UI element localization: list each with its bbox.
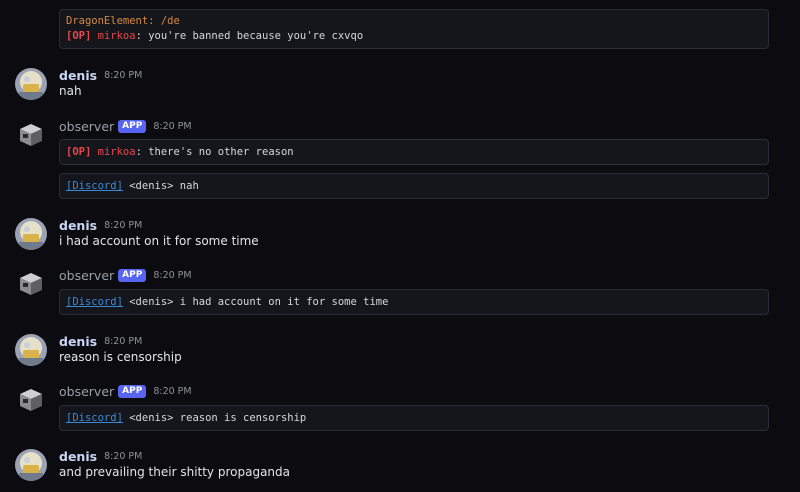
- message[interactable]: observer APP 8:20 PM [Discord] <denis> i…: [0, 266, 800, 318]
- author-name[interactable]: observer: [59, 268, 114, 283]
- message[interactable]: denis 8:20 PM i had account on it for so…: [0, 216, 800, 256]
- app-badge: APP: [118, 119, 147, 133]
- code-block: [Discord] <denis> i had account on it fo…: [59, 289, 769, 315]
- bot-avatar[interactable]: [15, 268, 47, 300]
- app-badge: APP: [118, 268, 147, 282]
- code-block: [OP] mirkoa: there's no other reason: [59, 139, 769, 165]
- author-name[interactable]: observer: [59, 119, 114, 134]
- discord-link[interactable]: [Discord]: [66, 296, 123, 308]
- message-text: and prevailing their shitty propaganda: [59, 465, 290, 479]
- avatar[interactable]: [15, 68, 47, 100]
- timestamp: 8:20 PM: [153, 269, 192, 281]
- author-name[interactable]: denis: [59, 449, 97, 464]
- bot-avatar[interactable]: [15, 119, 47, 151]
- code-line: DragonElement: /de: [66, 15, 180, 27]
- timestamp: 8:20 PM: [153, 385, 192, 397]
- message-text: reason is censorship: [59, 350, 182, 364]
- code-text: <denis> nah: [122, 180, 199, 192]
- discord-link[interactable]: [Discord]: [66, 412, 123, 424]
- code-block: DragonElement: /de [OP] mirkoa: you're b…: [59, 9, 769, 49]
- avatar[interactable]: [15, 334, 47, 366]
- op-tag: [OP]: [66, 30, 92, 42]
- timestamp: 8:20 PM: [104, 450, 143, 462]
- message[interactable]: observer APP 8:20 PM [OP] mirkoa: there'…: [0, 117, 800, 203]
- timestamp: 8:20 PM: [104, 219, 143, 231]
- bot-avatar[interactable]: [15, 384, 47, 416]
- code-text: : you're banned because you're cxvqo: [135, 30, 364, 42]
- message[interactable]: denis 8:20 PM and prevailing their shitt…: [0, 447, 800, 489]
- app-badge: APP: [118, 384, 147, 398]
- avatar[interactable]: [15, 218, 47, 250]
- timestamp: 8:20 PM: [104, 335, 143, 347]
- message-text: i had account on it for some time: [59, 234, 259, 248]
- nick: mirkoa: [97, 30, 136, 42]
- message[interactable]: observer APP 8:20 PM [Discord] <denis> r…: [0, 382, 800, 434]
- op-tag: [OP]: [66, 146, 92, 158]
- chat-message-list[interactable]: DragonElement: /de [OP] mirkoa: you're b…: [0, 0, 800, 492]
- discord-link[interactable]: [Discord]: [66, 180, 123, 192]
- code-block: [Discord] <denis> reason is censorship: [59, 405, 769, 431]
- author-name[interactable]: denis: [59, 218, 97, 233]
- author-name[interactable]: denis: [59, 68, 97, 83]
- message[interactable]: denis 8:20 PM reason is censorship: [0, 332, 800, 372]
- timestamp: 8:20 PM: [153, 120, 192, 132]
- author-name[interactable]: observer: [59, 384, 114, 399]
- avatar[interactable]: [15, 449, 47, 481]
- author-name[interactable]: denis: [59, 334, 97, 349]
- timestamp: 8:20 PM: [104, 69, 143, 81]
- message[interactable]: denis 8:20 PM nah: [0, 66, 800, 106]
- code-text: : there's no other reason: [135, 146, 294, 158]
- nick: mirkoa: [97, 146, 136, 158]
- code-text: <denis> reason is censorship: [122, 412, 307, 424]
- message-text: nah: [59, 84, 82, 98]
- code-block: [Discord] <denis> nah: [59, 173, 769, 199]
- code-text: <denis> i had account on it for some tim…: [122, 296, 389, 308]
